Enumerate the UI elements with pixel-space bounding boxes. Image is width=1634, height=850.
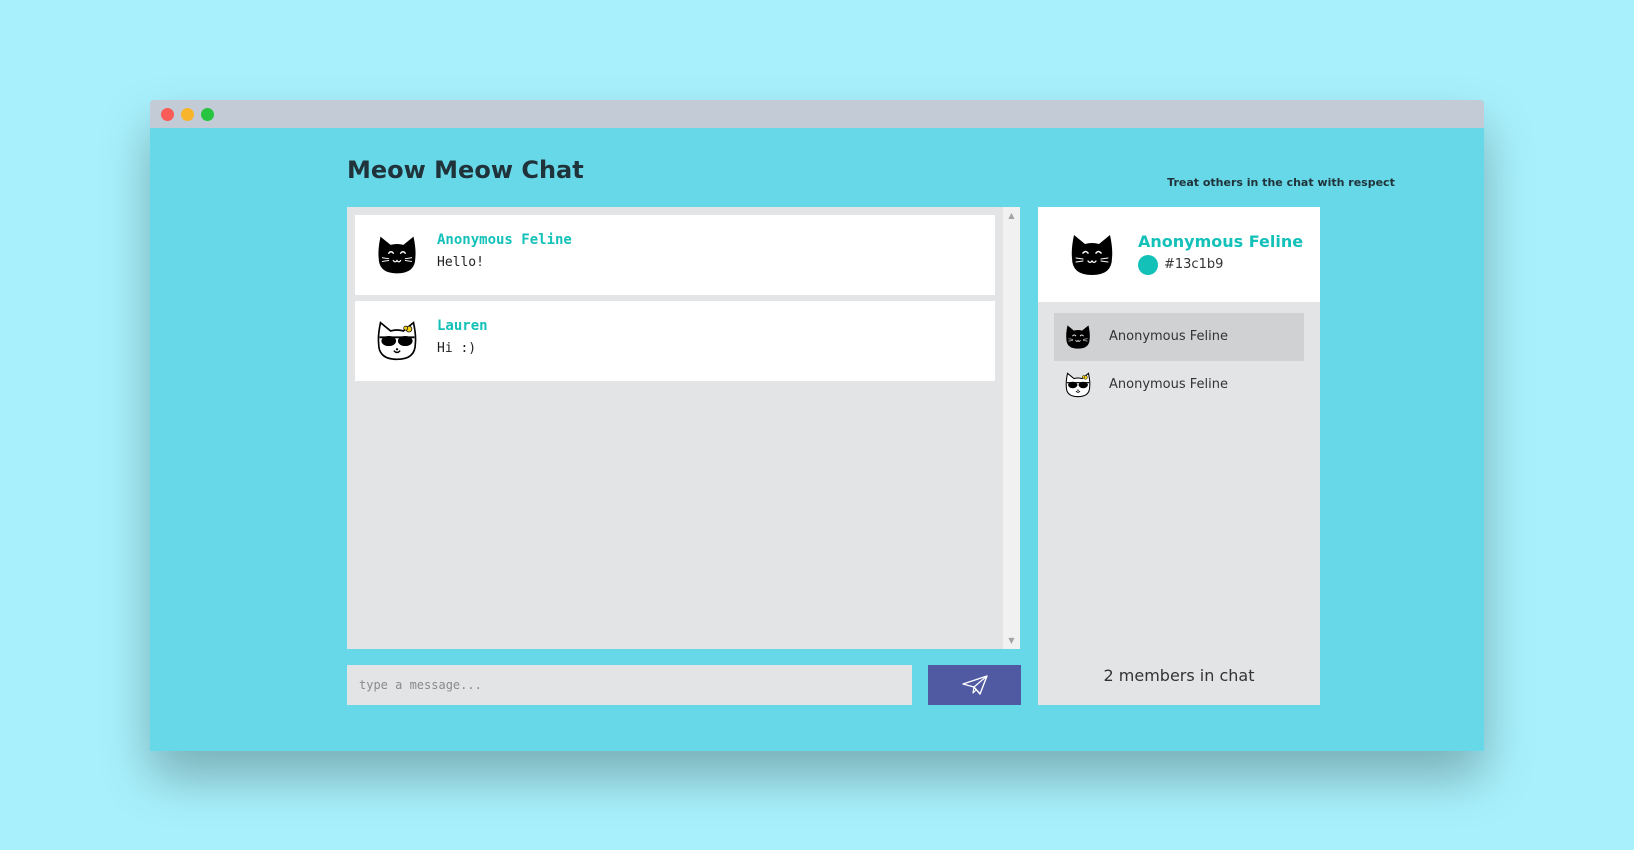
scroll-up-arrow-icon[interactable]: ▲: [1003, 207, 1020, 224]
profile-name: Anonymous Feline: [1138, 232, 1304, 251]
user-color-code: #13c1b9: [1164, 257, 1224, 272]
member-list-item[interactable]: Anonymous Feline: [1054, 313, 1304, 361]
black-cat-icon: [1064, 323, 1092, 351]
black-cat-icon: [1068, 231, 1116, 279]
message-author: Lauren: [437, 318, 488, 334]
message-author: Anonymous Feline: [437, 232, 572, 248]
app-title: Meow Meow Chat: [347, 156, 584, 184]
message-text: Hi :): [437, 341, 477, 356]
message-item: Anonymous Feline Hello!: [355, 215, 995, 295]
message-item: Lauren Hi :): [355, 301, 995, 381]
member-list-item[interactable]: Anonymous Feline: [1054, 361, 1304, 409]
members-sidebar: Anonymous Feline #13c1b9 Anonymous Felin…: [1038, 207, 1320, 705]
message-list[interactable]: Anonymous Feline Hello! Lauren Hi :) ▲ ▼: [347, 207, 1020, 649]
close-window-button[interactable]: [161, 108, 174, 121]
window-titlebar: [150, 100, 1484, 128]
user-color-swatch[interactable]: [1138, 255, 1158, 275]
send-button[interactable]: [928, 665, 1021, 705]
app-window: Meow Meow Chat Treat others in the chat …: [150, 100, 1484, 751]
member-name: Anonymous Feline: [1109, 377, 1229, 392]
paper-plane-icon: [961, 675, 988, 695]
maximize-window-button[interactable]: [201, 108, 214, 121]
message-text: Hello!: [437, 255, 484, 270]
message-list-scrollbar[interactable]: ▲ ▼: [1003, 207, 1020, 649]
black-cat-icon: [375, 233, 419, 277]
scroll-down-arrow-icon[interactable]: ▼: [1003, 632, 1020, 649]
message-input[interactable]: [347, 665, 912, 705]
member-name: Anonymous Feline: [1109, 329, 1229, 344]
member-count: 2 members in chat: [1103, 666, 1255, 685]
minimize-window-button[interactable]: [181, 108, 194, 121]
sunglasses-cat-icon: [1064, 371, 1092, 399]
chat-rules-note: Treat others in the chat with respect: [1167, 176, 1395, 189]
profile-card: Anonymous Feline #13c1b9: [1038, 207, 1320, 302]
sunglasses-cat-icon: [375, 319, 419, 363]
